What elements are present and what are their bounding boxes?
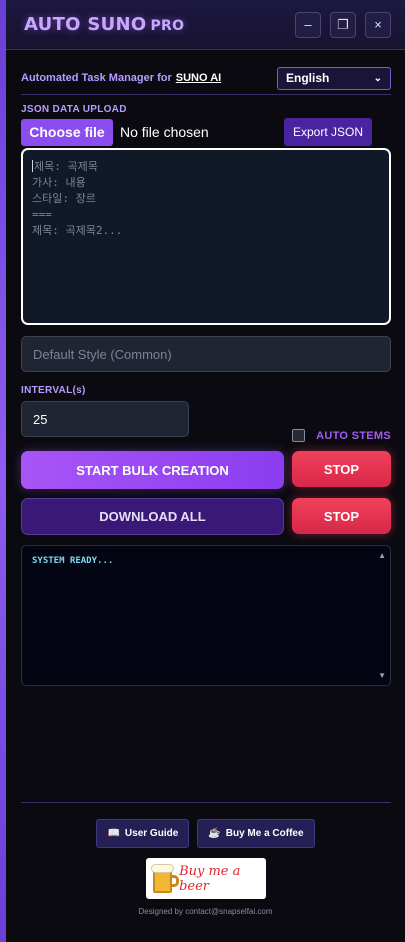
window-controls: – ❐ × [295,11,391,38]
app-title-suffix: PRO [150,18,185,34]
start-bulk-creation-button[interactable]: START BULK CREATION [21,451,284,489]
default-style-input[interactable]: Default Style (Common) [21,336,391,372]
beer-mug-icon [151,863,179,895]
auto-stems-checkbox[interactable] [292,429,306,442]
app-title: AUTO SUNO PRO [24,14,184,35]
download-all-button[interactable]: DOWNLOAD ALL [21,498,284,535]
main-content: Automated Task Manager for SUNO AI Englis… [6,66,405,686]
interval-row: 25 AUTO STEMS [21,401,391,442]
book-icon: 📖 [107,828,120,839]
buy-me-beer-label: Buy me a beer [179,863,241,894]
stop-download-button[interactable]: STOP [292,498,391,534]
language-select[interactable]: English ⌄ [277,66,391,90]
export-json-button[interactable]: Export JSON [284,118,372,146]
auto-stems-label: AUTO STEMS [316,429,391,442]
file-status: No file chosen [120,124,209,140]
action-row-create: START BULK CREATION STOP [21,451,391,489]
user-guide-label: User Guide [124,828,179,839]
buy-me-beer-button[interactable]: Buy me a beer [146,858,266,899]
subtitle-row: Automated Task Manager for SUNO AI Englis… [21,66,391,90]
user-guide-button[interactable]: 📖 User Guide [96,819,190,848]
action-row-download: DOWNLOAD ALL STOP [21,498,391,535]
suno-ai-link[interactable]: SUNO AI [176,72,221,84]
chevron-down-icon: ⌄ [373,72,382,84]
system-log[interactable]: SYSTEM READY... ▲ ▼ [21,545,391,686]
subtitle: Automated Task Manager for SUNO AI [21,72,221,84]
interval-label: INTERVAL(s) [21,385,86,396]
app-window: AUTO SUNO PRO – ❐ × Automated Task Manage… [6,0,405,942]
scroll-down-arrow-icon[interactable]: ▼ [378,671,386,680]
coffee-icon: ☕ [208,828,221,839]
json-data-textarea[interactable]: 제목: 곡제목 가사: 내용 스타일: 장르 === 제목: 곡제목2... [21,148,391,325]
subtitle-text: Automated Task Manager for [21,72,172,84]
footer-buttons: 📖 User Guide ☕ Buy Me a Coffee [6,819,405,848]
interval-input[interactable]: 25 [21,401,189,437]
buy-me-coffee-button[interactable]: ☕ Buy Me a Coffee [197,819,315,848]
choose-file-button[interactable]: Choose file [21,118,113,146]
auto-stems-toggle[interactable]: AUTO STEMS [292,429,391,442]
scroll-up-arrow-icon[interactable]: ▲ [378,551,386,560]
footer-divider [21,802,391,803]
app-title-main: AUTO SUNO [24,14,147,35]
title-bar: AUTO SUNO PRO – ❐ × [6,0,405,50]
stop-creation-button[interactable]: STOP [292,451,391,487]
json-upload-label: JSON DATA UPLOAD [21,104,127,115]
json-placeholder: 제목: 곡제목 가사: 내용 스타일: 장르 === 제목: 곡제목2... [32,160,123,237]
file-upload-row: Choose file No file chosen Export JSON [21,118,391,146]
minimize-button[interactable]: – [295,11,321,38]
log-text: SYSTEM READY... [32,556,114,566]
close-button[interactable]: × [365,11,391,38]
designer-credit: Designed by contact@snapselfai.com [138,907,273,916]
section-divider [21,94,391,95]
buy-me-coffee-label: Buy Me a Coffee [225,828,304,839]
text-cursor [32,160,33,172]
maximize-button[interactable]: ❐ [330,11,356,38]
language-selected: English [286,71,330,85]
